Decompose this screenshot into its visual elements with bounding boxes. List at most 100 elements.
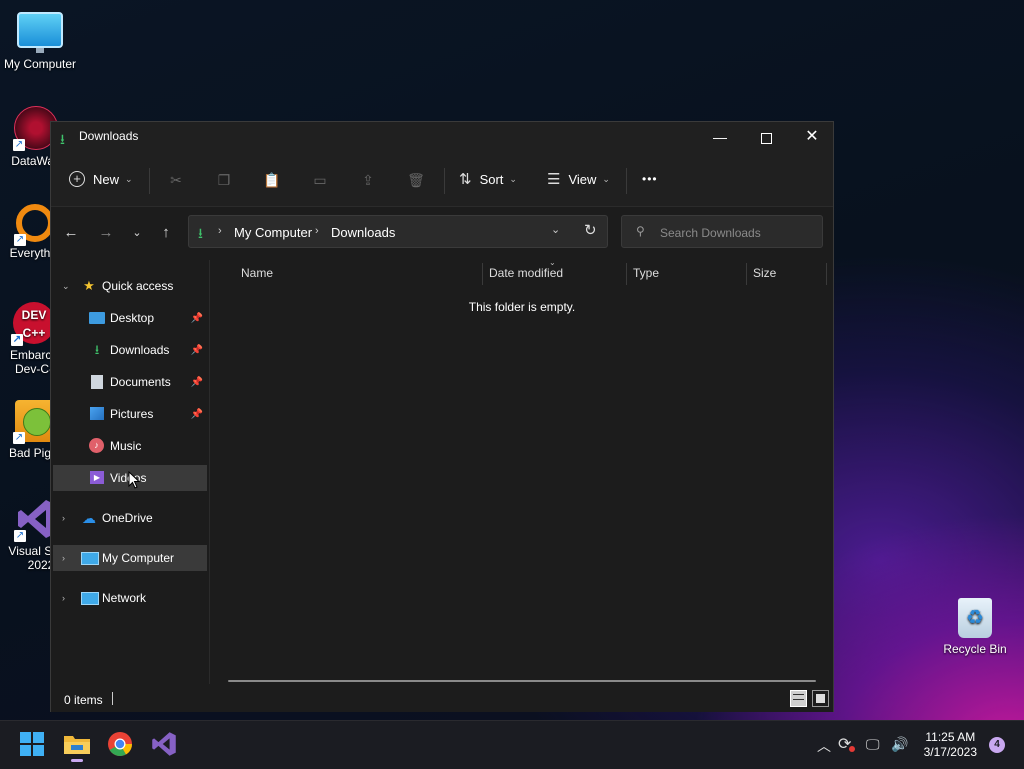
up-button[interactable]: ↑ bbox=[156, 223, 176, 243]
cut-button[interactable]: ✂ bbox=[166, 170, 186, 190]
shortcut-arrow-icon: ↗ bbox=[14, 234, 26, 246]
horizontal-scrollbar[interactable] bbox=[228, 680, 816, 682]
search-input[interactable] bbox=[658, 223, 812, 243]
column-header-name[interactable]: Name bbox=[241, 266, 273, 286]
sidebar-item-label: OneDrive bbox=[102, 511, 153, 525]
notification-badge[interactable]: 4 bbox=[989, 737, 1005, 753]
pin-icon[interactable]: 📌 bbox=[191, 377, 203, 388]
view-button[interactable]: ☰ View ⌄ bbox=[547, 164, 610, 194]
pin-icon[interactable]: 📌 bbox=[191, 409, 203, 420]
chevron-down-icon: ⌄ bbox=[509, 173, 517, 184]
monitor-icon bbox=[81, 552, 99, 565]
more-options-button[interactable]: ••• bbox=[642, 164, 658, 194]
desktop-icon-recycle-bin[interactable]: ♻ Recycle Bin bbox=[935, 598, 1015, 656]
taskbar: ︿ ⟳ 🖵 🔊 11:25 AM 3/17/2023 4 bbox=[0, 720, 1024, 769]
network-status-icon[interactable]: 🖵 bbox=[866, 736, 880, 753]
refresh-icon[interactable]: ↻ bbox=[584, 221, 597, 239]
rename-button[interactable]: ▭ bbox=[310, 170, 330, 190]
forward-button[interactable]: → bbox=[96, 223, 116, 243]
clipboard-icon: 📋 bbox=[263, 172, 281, 188]
shortcut-arrow-icon: ↗ bbox=[14, 530, 26, 542]
minimize-button[interactable]: — bbox=[697, 122, 743, 152]
details-view-button[interactable] bbox=[790, 690, 807, 707]
cloud-icon: ☁ bbox=[82, 510, 96, 526]
details-view-icon bbox=[793, 694, 804, 700]
toolbar-divider bbox=[444, 168, 445, 194]
arrow-right-icon: → bbox=[98, 224, 114, 241]
clock-date: 3/17/2023 bbox=[923, 745, 977, 759]
sidebar-item-onedrive[interactable]: › ☁ OneDrive bbox=[53, 505, 207, 531]
breadcrumb-downloads[interactable]: Downloads bbox=[331, 225, 395, 240]
sync-error-dot bbox=[849, 746, 855, 752]
sidebar-item-label: Network bbox=[102, 591, 147, 605]
chevron-right-icon: › bbox=[62, 513, 65, 523]
more-label: ••• bbox=[642, 172, 658, 186]
taskbar-chrome[interactable] bbox=[107, 731, 135, 759]
chrome-icon bbox=[108, 732, 132, 757]
sidebar-item-pictures[interactable]: Pictures 📌 bbox=[53, 401, 207, 427]
column-header-type[interactable]: Type bbox=[633, 266, 659, 286]
music-icon: ♪ bbox=[89, 438, 104, 453]
pictures-icon bbox=[90, 407, 104, 420]
sidebar-item-quick-access[interactable]: ⌄ ★ Quick access bbox=[53, 273, 207, 299]
chevron-right-icon: › bbox=[315, 225, 319, 237]
sort-indicator-icon: ⌄ bbox=[549, 258, 556, 267]
pin-icon[interactable]: 📌 bbox=[191, 345, 203, 356]
system-clock[interactable]: 11:25 AM 3/17/2023 bbox=[924, 730, 977, 760]
search-icon: ⚲ bbox=[636, 224, 645, 238]
sidebar-item-network[interactable]: › Network bbox=[53, 585, 207, 611]
clock-time: 11:25 AM bbox=[925, 730, 976, 744]
new-button[interactable]: + New ⌄ bbox=[69, 164, 133, 194]
address-dropdown-chevron-icon[interactable]: ⌄ bbox=[551, 223, 560, 236]
maximize-button[interactable] bbox=[743, 122, 789, 152]
star-icon: ★ bbox=[83, 278, 95, 293]
copy-button[interactable]: ❐ bbox=[214, 170, 234, 190]
sidebar-item-desktop[interactable]: Desktop 📌 bbox=[53, 305, 207, 331]
chevron-down-icon: ⌄ bbox=[125, 173, 133, 184]
sidebar-item-my-computer[interactable]: › My Computer bbox=[53, 545, 207, 571]
share-button[interactable]: ⇪ bbox=[358, 170, 378, 190]
sidebar-item-downloads[interactable]: ⭳ Downloads 📌 bbox=[53, 337, 207, 363]
recycle-bin-icon: ♻ bbox=[958, 598, 992, 638]
volume-icon[interactable]: 🔊 bbox=[891, 736, 908, 753]
search-box[interactable]: ⚲ bbox=[621, 215, 823, 248]
new-label: New bbox=[93, 171, 120, 187]
delete-button[interactable]: 🗑 bbox=[406, 170, 426, 190]
maximize-icon bbox=[760, 132, 772, 144]
large-icons-view-button[interactable] bbox=[812, 690, 829, 707]
pin-icon[interactable]: 📌 bbox=[191, 313, 203, 324]
column-divider[interactable] bbox=[626, 263, 627, 285]
column-divider[interactable] bbox=[826, 263, 827, 285]
shortcut-arrow-icon: ↗ bbox=[11, 334, 23, 346]
taskbar-file-explorer[interactable] bbox=[63, 731, 91, 762]
column-header-date-modified[interactable]: Date modified bbox=[489, 266, 563, 286]
breadcrumb-my-computer[interactable]: My Computer bbox=[234, 225, 312, 240]
visual-studio-icon bbox=[152, 732, 176, 756]
recent-locations-button[interactable]: ⌄ bbox=[127, 223, 147, 243]
show-hidden-icons-chevron-icon[interactable]: ︿ bbox=[817, 736, 831, 756]
sort-button[interactable]: ⇅ Sort ⌄ bbox=[459, 164, 517, 194]
status-divider bbox=[112, 692, 113, 705]
folder-icon bbox=[64, 736, 90, 754]
start-button[interactable] bbox=[19, 731, 47, 759]
column-divider[interactable] bbox=[746, 263, 747, 285]
address-bar[interactable]: ⭳ › My Computer › Downloads ⌄ ↻ bbox=[188, 215, 608, 248]
column-header-size[interactable]: Size bbox=[753, 266, 776, 286]
close-button[interactable]: ✕ bbox=[789, 122, 835, 152]
taskbar-visual-studio[interactable] bbox=[151, 731, 179, 759]
status-bar: 0 items bbox=[51, 685, 833, 712]
sort-icon: ⇅ bbox=[459, 171, 472, 188]
column-divider[interactable] bbox=[482, 263, 483, 285]
view-lines-icon: ☰ bbox=[547, 171, 561, 188]
back-button[interactable]: ← bbox=[61, 223, 81, 243]
chevron-down-icon: ⌄ bbox=[132, 227, 142, 239]
file-list[interactable]: Name Date modified ⌄ Type Size This fold… bbox=[210, 258, 834, 684]
sidebar-item-label: Documents bbox=[110, 375, 171, 389]
navigation-bar: ← → ⌄ ↑ ⭳ › My Computer › Downloads ⌄ ↻ … bbox=[51, 207, 833, 259]
desktop-icon-my-computer[interactable]: My Computer bbox=[0, 10, 80, 71]
paste-button[interactable]: 📋 bbox=[262, 170, 282, 190]
sidebar-item-documents[interactable]: Documents 📌 bbox=[53, 369, 207, 395]
title-bar[interactable]: ⭳ Downloads — ✕ bbox=[51, 122, 833, 152]
sidebar-item-music[interactable]: ♪ Music bbox=[53, 433, 207, 459]
copy-icon: ❐ bbox=[217, 172, 231, 188]
